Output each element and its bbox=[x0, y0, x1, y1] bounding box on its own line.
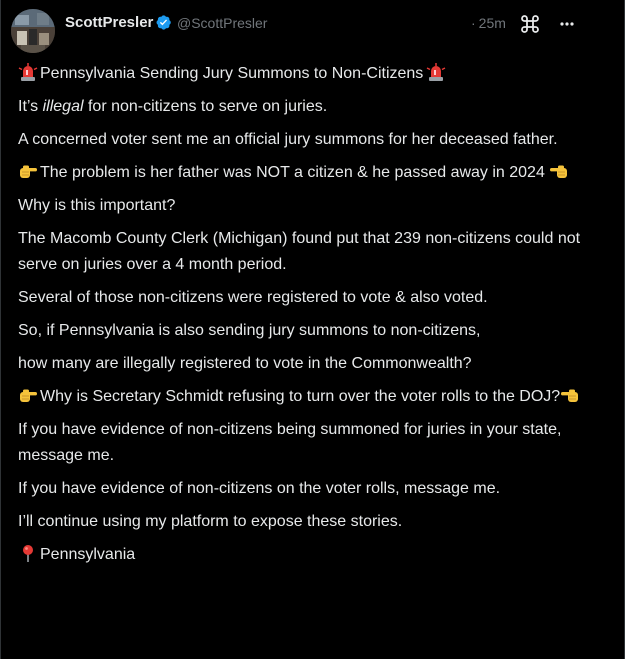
backhand-index-pointing-left-emoji bbox=[549, 161, 569, 181]
post-header: ScottPresler @ScottPresler · 25m bbox=[1, 0, 625, 56]
post-title-line: Pennsylvania Sending Jury Summons to Non… bbox=[18, 61, 588, 87]
timestamp-value: 25m bbox=[478, 15, 506, 31]
timestamp-separator: · bbox=[471, 15, 476, 31]
post-paragraph: Several of those non-citizens were regis… bbox=[18, 289, 488, 306]
post-text-segment: The problem is her father was NOT a citi… bbox=[40, 164, 545, 181]
verified-badge-icon bbox=[155, 14, 172, 31]
post-paragraph: The Macomb County Clerk (Michigan) found… bbox=[18, 230, 581, 273]
police-car-light-emoji bbox=[426, 62, 446, 82]
post-emphasis: illegal bbox=[42, 98, 84, 115]
backhand-index-pointing-right-emoji bbox=[18, 385, 38, 405]
grok-icon[interactable] bbox=[520, 14, 540, 34]
more-options-icon[interactable] bbox=[559, 16, 575, 32]
post-paragraph: The problem is her father was NOT a citi… bbox=[18, 160, 588, 186]
post-location-line: Pennsylvania bbox=[18, 542, 588, 568]
post-text-segment: It’s bbox=[18, 98, 43, 115]
post-paragraph: A concerned voter sent me an official ju… bbox=[18, 131, 558, 148]
post-paragraph: I’ll continue using my platform to expos… bbox=[18, 513, 403, 530]
post-card: ScottPresler @ScottPresler · 25m Pennsyl… bbox=[0, 0, 625, 659]
avatar[interactable] bbox=[11, 9, 55, 53]
round-pushpin-emoji bbox=[18, 543, 38, 563]
post-paragraph: Why is Secretary Schmidt refusing to tur… bbox=[18, 384, 588, 410]
post-location[interactable]: Pennsylvania bbox=[40, 546, 135, 563]
post-title: Pennsylvania Sending Jury Summons to Non… bbox=[40, 65, 424, 82]
post-paragraph: Why is this important? bbox=[18, 197, 176, 214]
police-car-light-emoji bbox=[18, 62, 38, 82]
post-paragraph: So, if Pennsylvania is also sending jury… bbox=[18, 322, 481, 339]
post-text-segment: for non-citizens to serve on juries. bbox=[83, 98, 328, 115]
post-paragraph: It’s illegal for non-citizens to serve o… bbox=[18, 94, 588, 120]
post-paragraph: If you have evidence of non-citizens on … bbox=[18, 480, 501, 497]
author-handle[interactable]: @ScottPresler bbox=[177, 15, 267, 31]
post-paragraph: how many are illegally registered to vot… bbox=[18, 355, 472, 372]
post-paragraph: If you have evidence of non-citizens bei… bbox=[18, 421, 562, 464]
post-timestamp[interactable]: · 25m bbox=[471, 15, 506, 31]
backhand-index-pointing-right-emoji bbox=[18, 161, 38, 181]
post-text-segment: Why is Secretary Schmidt refusing to tur… bbox=[40, 388, 561, 405]
post-text: Pennsylvania Sending Jury Summons to Non… bbox=[18, 61, 588, 575]
author-name[interactable]: ScottPresler bbox=[65, 14, 153, 31]
backhand-index-pointing-left-emoji bbox=[560, 385, 580, 405]
